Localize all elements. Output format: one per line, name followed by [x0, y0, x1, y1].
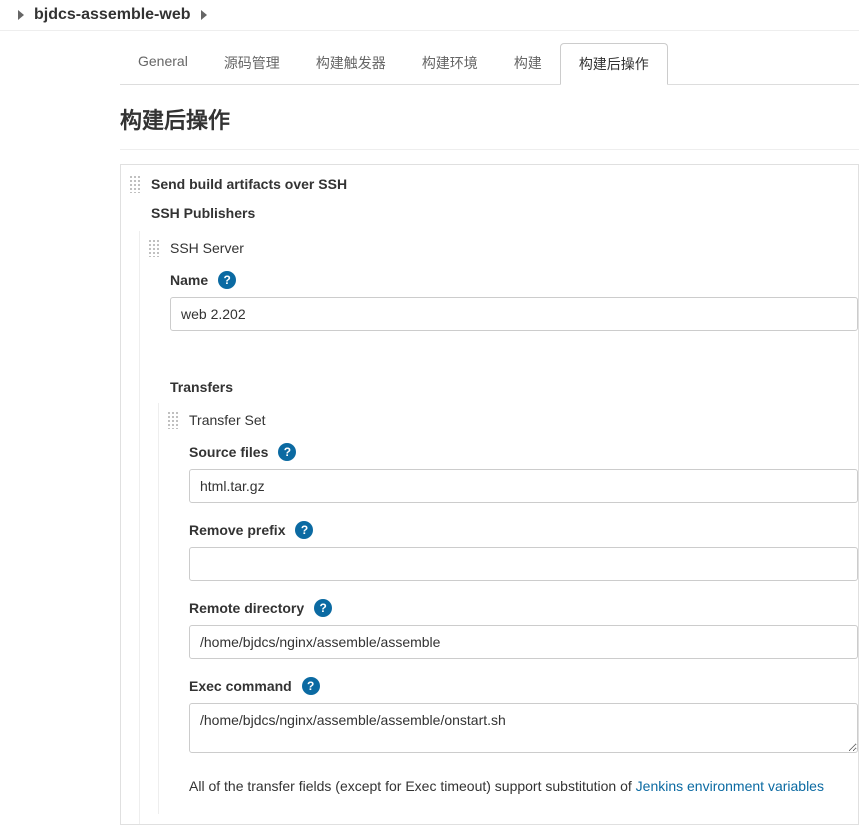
- drag-handle-icon[interactable]: [148, 239, 160, 257]
- exec-command-label: Exec command: [189, 678, 292, 694]
- chevron-right-icon: [201, 10, 207, 20]
- ssh-server-label: SSH Server: [170, 240, 244, 256]
- tab-environment[interactable]: 构建环境: [404, 43, 496, 84]
- remote-directory-label-row: Remote directory ?: [159, 589, 858, 625]
- remove-prefix-input[interactable]: [189, 547, 858, 581]
- transfer-set-label: Transfer Set: [189, 412, 266, 428]
- exec-command-label-row: Exec command ?: [159, 667, 858, 703]
- remove-prefix-label: Remove prefix: [189, 522, 285, 538]
- help-icon[interactable]: ?: [218, 271, 236, 289]
- remove-prefix-label-row: Remove prefix ?: [159, 511, 858, 547]
- transfer-footnote: All of the transfer fields (except for E…: [159, 764, 858, 804]
- tab-post-build[interactable]: 构建后操作: [560, 43, 668, 85]
- help-icon[interactable]: ?: [314, 599, 332, 617]
- help-icon[interactable]: ?: [295, 521, 313, 539]
- breadcrumb-project[interactable]: bjdcs-assemble-web: [34, 6, 191, 24]
- name-label: Name: [170, 272, 208, 288]
- jenkins-env-vars-link[interactable]: Jenkins environment variables: [636, 778, 824, 794]
- drag-handle-icon[interactable]: [167, 411, 179, 429]
- footnote-text: All of the transfer fields (except for E…: [189, 778, 636, 794]
- exec-command-input[interactable]: /home/bjdcs/nginx/assemble/assemble/onst…: [189, 703, 858, 753]
- tab-scm[interactable]: 源码管理: [206, 43, 298, 84]
- transfers-label: Transfers: [140, 369, 858, 403]
- remote-directory-label: Remote directory: [189, 600, 304, 616]
- source-files-label-row: Source files ?: [159, 433, 858, 469]
- config-tabs: General 源码管理 构建触发器 构建环境 构建 构建后操作: [120, 31, 859, 85]
- ssh-server-block: SSH Server Name ? Transfers Transfer Set…: [139, 231, 858, 824]
- section-title: 构建后操作: [120, 85, 859, 150]
- tab-general[interactable]: General: [120, 43, 206, 84]
- drag-handle-icon[interactable]: [129, 175, 141, 193]
- source-files-label: Source files: [189, 444, 268, 460]
- ssh-block-title: Send build artifacts over SSH: [151, 176, 347, 192]
- transfer-set-block: Transfer Set Source files ? Remove prefi…: [158, 403, 858, 814]
- name-label-row: Name ?: [140, 261, 858, 297]
- tab-build[interactable]: 构建: [496, 43, 560, 84]
- breadcrumb: bjdcs-assemble-web: [0, 0, 859, 31]
- chevron-right-icon: [18, 10, 24, 20]
- tab-triggers[interactable]: 构建触发器: [298, 43, 404, 84]
- help-icon[interactable]: ?: [278, 443, 296, 461]
- ssh-publishers-label: SSH Publishers: [121, 199, 858, 231]
- ssh-publish-block: Send build artifacts over SSH SSH Publis…: [120, 164, 859, 825]
- remote-directory-input[interactable]: [189, 625, 858, 659]
- help-icon[interactable]: ?: [302, 677, 320, 695]
- name-input[interactable]: [170, 297, 858, 331]
- source-files-input[interactable]: [189, 469, 858, 503]
